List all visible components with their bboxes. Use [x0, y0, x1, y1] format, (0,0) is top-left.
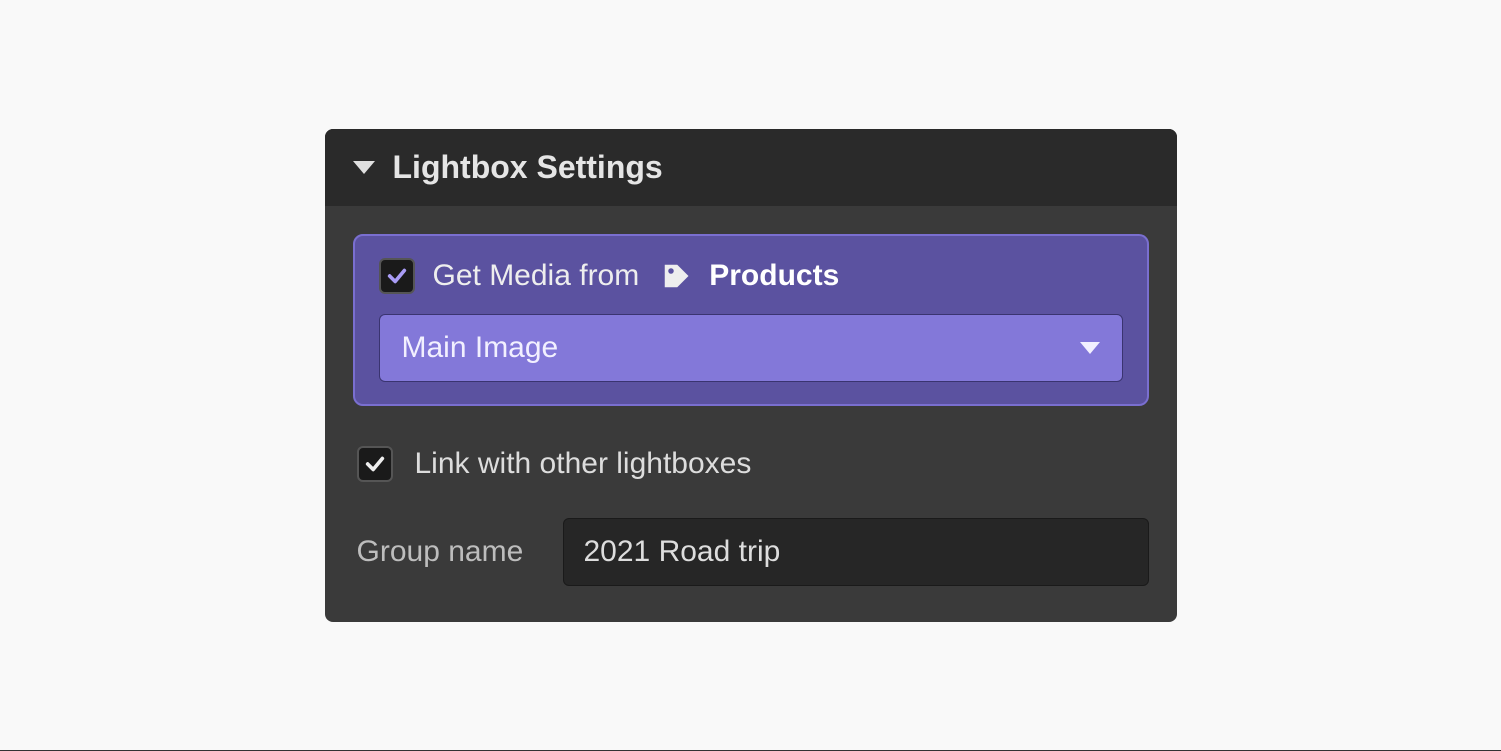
media-row: Get Media from Products — [379, 258, 1123, 294]
collapse-triangle-icon — [353, 161, 375, 174]
dropdown-value: Main Image — [402, 331, 559, 365]
checkmark-icon — [364, 453, 386, 475]
link-lightboxes-row: Link with other lightboxes — [353, 446, 1149, 482]
get-media-label: Get Media from — [433, 259, 640, 293]
group-name-label: Group name — [357, 535, 537, 569]
chevron-down-icon — [1080, 342, 1100, 354]
media-source-name: Products — [709, 259, 839, 293]
link-lightboxes-label: Link with other lightboxes — [415, 447, 752, 481]
checkmark-icon — [386, 265, 408, 287]
link-lightboxes-checkbox[interactable] — [357, 446, 393, 482]
group-name-row: Group name — [353, 518, 1149, 594]
media-source-box: Get Media from Products Main Image — [353, 234, 1149, 406]
get-media-checkbox[interactable] — [379, 258, 415, 294]
panel-title: Lightbox Settings — [393, 149, 663, 186]
media-image-dropdown[interactable]: Main Image — [379, 314, 1123, 382]
lightbox-settings-panel: Lightbox Settings Get Media from Product… — [325, 129, 1177, 622]
group-name-input[interactable] — [563, 518, 1149, 586]
panel-body: Get Media from Products Main Image Link … — [325, 206, 1177, 622]
tag-icon — [661, 261, 691, 291]
panel-header[interactable]: Lightbox Settings — [325, 129, 1177, 206]
